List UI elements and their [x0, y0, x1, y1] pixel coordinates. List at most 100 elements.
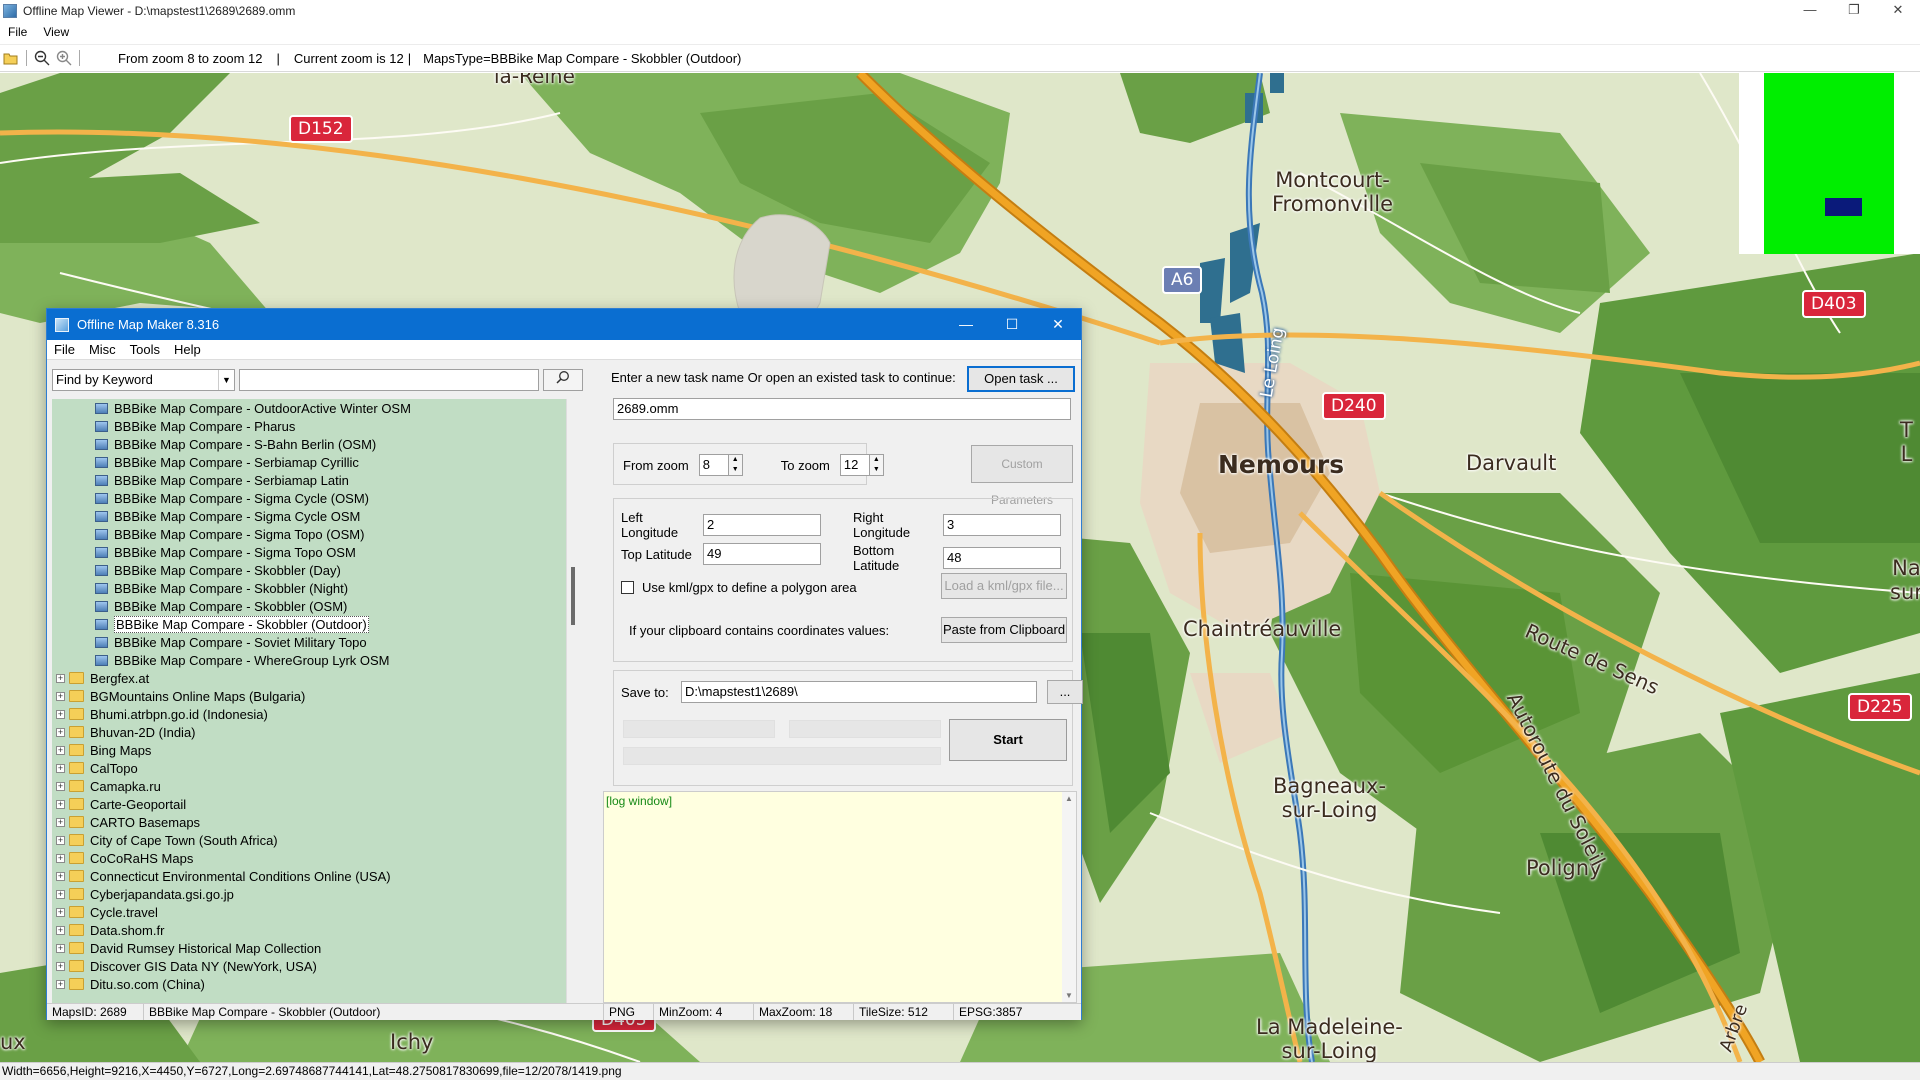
kml-checkbox[interactable] — [621, 581, 634, 594]
tree-map-item[interactable]: BBBike Map Compare - Sigma Topo OSM — [52, 543, 566, 561]
menu-help[interactable]: Help — [167, 342, 208, 357]
tree-folder[interactable]: + Cycle.travel — [52, 903, 566, 921]
expand-icon[interactable]: + — [56, 961, 65, 971]
stepper-arrows-icon[interactable]: ▲ ▼ — [728, 454, 743, 476]
tree-folder[interactable]: + Ditu.so.com (China) — [52, 975, 566, 993]
maximize-icon[interactable]: ☐ — [989, 309, 1035, 340]
tree-folder[interactable]: + Discover GIS Data NY (NewYork, USA) — [52, 957, 566, 975]
tree-map-item[interactable]: BBBike Map Compare - Skobbler (Outdoor) — [52, 615, 566, 633]
tree-folder[interactable]: + Cyberjapandata.gsi.go.jp — [52, 885, 566, 903]
tree-scrollbar[interactable] — [566, 399, 580, 1003]
tree-map-item[interactable]: BBBike Map Compare - OutdoorActive Winte… — [52, 399, 566, 417]
dialog-title-bar[interactable]: Offline Map Maker 8.316 — ☐ ✕ — [47, 309, 1081, 340]
tree-folder[interactable]: + Carte-Geoportail — [52, 795, 566, 813]
menu-file[interactable]: File — [47, 342, 82, 357]
expand-icon[interactable]: + — [56, 745, 65, 755]
expand-icon[interactable]: + — [56, 925, 65, 935]
log-window[interactable]: [log window] ▲ ▼ — [603, 791, 1077, 1003]
zoom-out-icon[interactable] — [31, 47, 53, 69]
expand-icon[interactable]: + — [56, 853, 65, 863]
start-button[interactable]: Start — [949, 719, 1067, 761]
tree-map-item[interactable]: BBBike Map Compare - Sigma Cycle OSM — [52, 507, 566, 525]
browse-button[interactable]: ... — [1047, 680, 1083, 704]
tree-folder[interactable]: + CARTO Basemaps — [52, 813, 566, 831]
tree-map-item[interactable]: BBBike Map Compare - Sigma Topo (OSM) — [52, 525, 566, 543]
tree-folder[interactable]: + CalTopo — [52, 759, 566, 777]
menu-tools[interactable]: Tools — [123, 342, 167, 357]
search-button[interactable] — [543, 369, 583, 391]
expand-icon[interactable]: + — [56, 835, 65, 845]
map-source-tree[interactable]: BBBike Map Compare - OutdoorActive Winte… — [52, 399, 580, 1003]
bottom-latitude-input[interactable]: 48 — [943, 547, 1061, 569]
minimap-viewport[interactable] — [1825, 198, 1862, 216]
tree-map-item[interactable]: BBBike Map Compare - Skobbler (Day) — [52, 561, 566, 579]
tree-folder[interactable]: + City of Cape Town (South Africa) — [52, 831, 566, 849]
tree-map-item[interactable]: BBBike Map Compare - Pharus — [52, 417, 566, 435]
expand-icon[interactable]: + — [56, 763, 65, 773]
expand-icon[interactable]: + — [56, 709, 65, 719]
right-longitude-input[interactable]: 3 — [943, 514, 1061, 536]
search-input[interactable] — [239, 369, 539, 391]
custom-parameters-button[interactable]: Custom Parameters — [971, 445, 1073, 507]
open-task-button[interactable]: Open task ... — [967, 366, 1075, 392]
tree-folder[interactable]: + Bhumi.atrbpn.go.id (Indonesia) — [52, 705, 566, 723]
tree-folder[interactable]: + David Rumsey Historical Map Collection — [52, 939, 566, 957]
folder-icon — [69, 780, 84, 792]
expand-icon[interactable]: + — [56, 817, 65, 827]
to-zoom-value[interactable]: 12 — [839, 454, 870, 476]
menu-file[interactable]: File — [0, 25, 35, 39]
close-icon[interactable]: ✕ — [1035, 309, 1081, 340]
stepper-arrows-icon[interactable]: ▲ ▼ — [869, 454, 884, 476]
minimap[interactable] — [1739, 73, 1920, 254]
expand-icon[interactable]: + — [56, 781, 65, 791]
scroll-down-icon[interactable]: ▼ — [1062, 991, 1076, 1000]
tree-folder[interactable]: + Camapka.ru — [52, 777, 566, 795]
paste-clipboard-button[interactable]: Paste from Clipboard — [941, 617, 1067, 643]
zoom-in-icon[interactable] — [53, 47, 75, 69]
scrollbar-thumb[interactable] — [571, 567, 575, 625]
expand-icon[interactable]: + — [56, 871, 65, 881]
tree-map-item[interactable]: BBBike Map Compare - Skobbler (OSM) — [52, 597, 566, 615]
search-mode-dropdown[interactable]: Find by Keyword ▼ — [52, 369, 235, 391]
menu-view[interactable]: View — [35, 25, 77, 39]
tree-folder[interactable]: + BGMountains Online Maps (Bulgaria) — [52, 687, 566, 705]
tree-folder[interactable]: + Bhuvan-2D (India) — [52, 723, 566, 741]
expand-icon[interactable]: + — [56, 727, 65, 737]
left-longitude-input[interactable]: 2 — [703, 514, 821, 536]
tree-folder[interactable]: + CoCoRaHS Maps — [52, 849, 566, 867]
close-icon[interactable]: ✕ — [1876, 0, 1920, 22]
tree-map-item[interactable]: BBBike Map Compare - Serbiamap Latin — [52, 471, 566, 489]
load-kml-button[interactable]: Load a kml/gpx file... — [941, 573, 1067, 599]
minimize-icon[interactable]: — — [1788, 0, 1832, 22]
scroll-up-icon[interactable]: ▲ — [1062, 794, 1076, 803]
log-scrollbar[interactable]: ▲ ▼ — [1062, 792, 1076, 1002]
expand-icon[interactable]: + — [56, 691, 65, 701]
maximize-icon[interactable]: ❐ — [1832, 0, 1876, 22]
tree-folder[interactable]: + Bing Maps — [52, 741, 566, 759]
expand-icon[interactable]: + — [56, 673, 65, 683]
expand-icon[interactable]: + — [56, 979, 65, 989]
tree-map-item[interactable]: BBBike Map Compare - Serbiamap Cyrillic — [52, 453, 566, 471]
from-zoom-value[interactable]: 8 — [698, 454, 729, 476]
save-to-input[interactable]: D:\mapstest1\2689\ — [681, 681, 1037, 703]
tree-folder[interactable]: + Data.shom.fr — [52, 921, 566, 939]
tree-item-label: BBBike Map Compare - Pharus — [114, 418, 296, 434]
from-zoom-stepper[interactable]: 8 ▲ ▼ — [698, 454, 743, 476]
tree-map-item[interactable]: BBBike Map Compare - S-Bahn Berlin (OSM) — [52, 435, 566, 453]
tree-map-item[interactable]: BBBike Map Compare - Skobbler (Night) — [52, 579, 566, 597]
top-latitude-input[interactable]: 49 — [703, 543, 821, 565]
minimize-icon[interactable]: — — [943, 309, 989, 340]
expand-icon[interactable]: + — [56, 907, 65, 917]
tree-folder[interactable]: + Connecticut Environmental Conditions On… — [52, 867, 566, 885]
folder-open-icon[interactable] — [0, 47, 22, 69]
tree-folder[interactable]: + Bergfex.at — [52, 669, 566, 687]
tree-map-item[interactable]: BBBike Map Compare - Soviet Military Top… — [52, 633, 566, 651]
tree-map-item[interactable]: BBBike Map Compare - WhereGroup Lyrk OSM — [52, 651, 566, 669]
expand-icon[interactable]: + — [56, 799, 65, 809]
expand-icon[interactable]: + — [56, 889, 65, 899]
menu-misc[interactable]: Misc — [82, 342, 123, 357]
expand-icon[interactable]: + — [56, 943, 65, 953]
task-name-input[interactable]: 2689.omm — [613, 398, 1071, 420]
to-zoom-stepper[interactable]: 12 ▲ ▼ — [839, 454, 884, 476]
tree-map-item[interactable]: BBBike Map Compare - Sigma Cycle (OSM) — [52, 489, 566, 507]
